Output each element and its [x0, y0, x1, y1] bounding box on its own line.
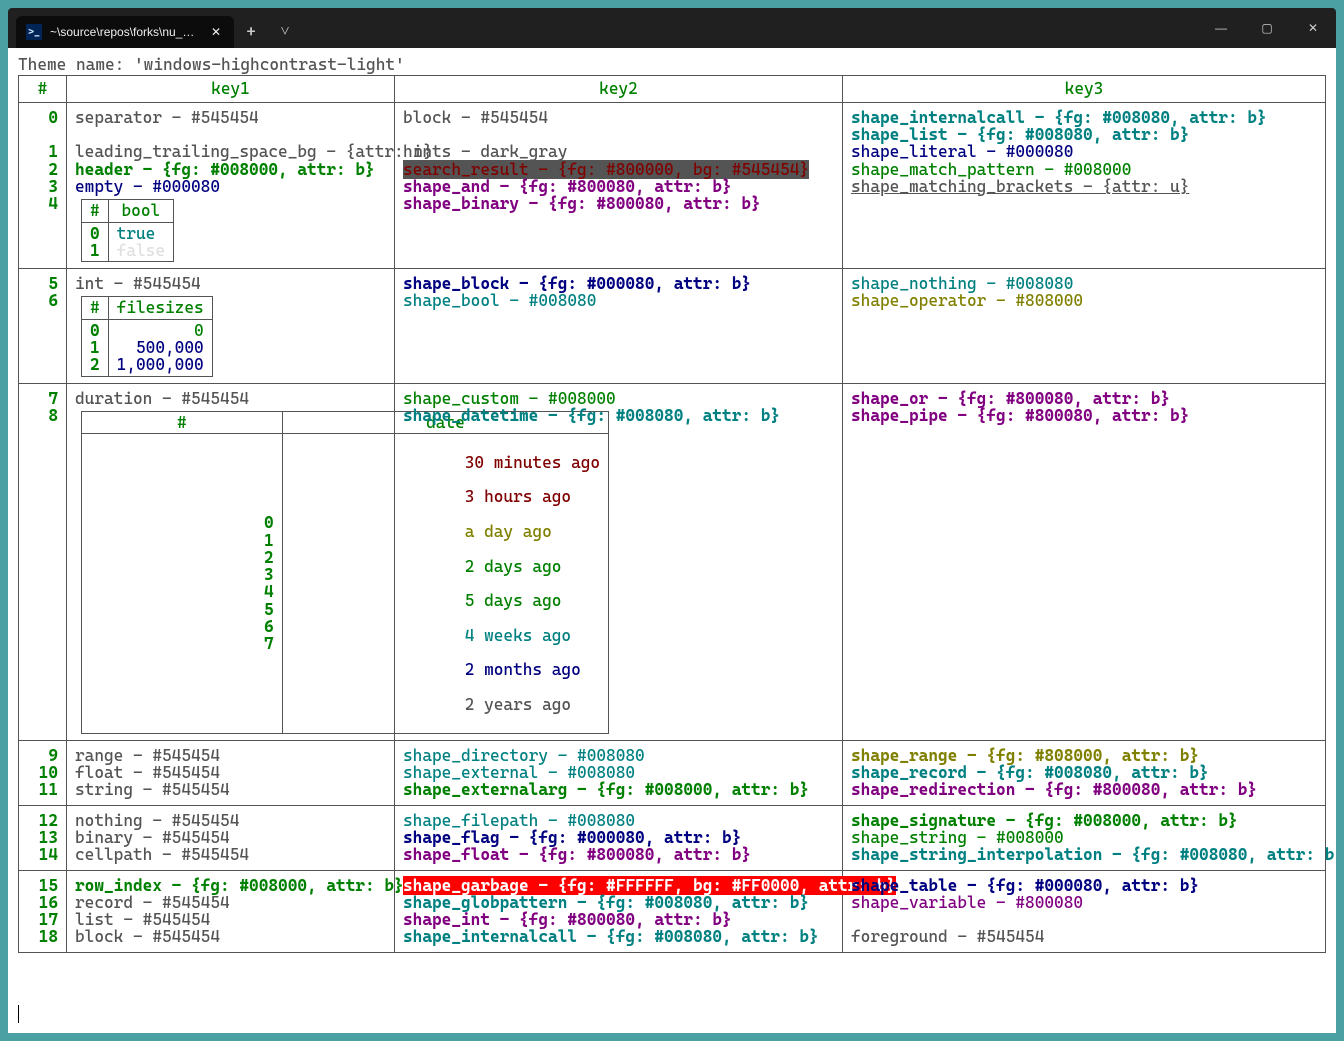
- row-index-cell: 15 16 17 18: [19, 870, 67, 952]
- row-index-cell: 12 13 14: [19, 805, 67, 870]
- minimize-button[interactable]: —: [1198, 8, 1244, 48]
- key2-cell: shape_directory - #008080 shape_external…: [395, 740, 843, 805]
- theme-name-line: Theme name: 'windows-highcontrast-light': [18, 56, 1326, 73]
- terminal-pane[interactable]: Theme name: 'windows-highcontrast-light'…: [8, 48, 1336, 1033]
- tab-strip: >_ ~\source\repos\forks\nu_scrip ✕ + ˅: [8, 8, 302, 48]
- key3-cell: shape_or - {fg: #800080, attr: b} shape_…: [843, 383, 1326, 740]
- key3-cell: shape_signature - {fg: #008000, attr: b}…: [843, 805, 1326, 870]
- theme-preview-table: # key1 key2 key3 0 1 2 3 4: [18, 75, 1326, 952]
- key2-cell: shape_filepath - #008080 shape_flag - {f…: [395, 805, 843, 870]
- close-button[interactable]: ✕: [1290, 8, 1336, 48]
- tab-active[interactable]: >_ ~\source\repos\forks\nu_scrip ✕: [16, 16, 234, 48]
- key3-cell: shape_internalcall - {fg: #008080, attr:…: [843, 102, 1326, 269]
- key2-cell: shape_garbage - {fg: #FFFFFF, bg: #FF000…: [395, 870, 843, 952]
- window-controls: — ▢ ✕: [1198, 8, 1336, 48]
- col-header-key2: key2: [395, 76, 843, 102]
- row-index-cell: 0 1 2 3 4: [19, 102, 67, 269]
- key1-cell: int - #545454 #filesizes 012 0 500,0001,…: [67, 269, 395, 384]
- row-index-cell: 9 10 11: [19, 740, 67, 805]
- tab-dropdown-button[interactable]: ˅: [268, 14, 302, 48]
- key1-cell: duration - #545454 #date 01234567 30 min…: [67, 383, 395, 740]
- app-window: >_ ~\source\repos\forks\nu_scrip ✕ + ˅ —…: [0, 0, 1344, 1041]
- col-header-key3: key3: [843, 76, 1326, 102]
- key3-cell: shape_range - {fg: #808000, attr: b} sha…: [843, 740, 1326, 805]
- col-header-idx: #: [19, 76, 67, 102]
- key1-cell: row_index - {fg: #008000, attr: b} recor…: [67, 870, 395, 952]
- key2-cell: block - #545454 hints - dark_gray search…: [395, 102, 843, 269]
- col-header-key1: key1: [67, 76, 395, 102]
- bool-nested-table: #bool 01 truefalse: [81, 199, 174, 262]
- key1-cell: nothing - #545454 binary - #545454 cellp…: [67, 805, 395, 870]
- powershell-icon: >_: [26, 24, 42, 40]
- new-tab-button[interactable]: +: [234, 14, 268, 48]
- tab-close-icon[interactable]: ✕: [208, 24, 224, 40]
- key3-cell: shape_table - {fg: #000080, attr: b} sha…: [843, 870, 1326, 952]
- key2-cell: shape_block - {fg: #000080, attr: b} sha…: [395, 269, 843, 384]
- key3-cell: shape_nothing - #008080 shape_operator -…: [843, 269, 1326, 384]
- maximize-button[interactable]: ▢: [1244, 8, 1290, 48]
- row-index-cell: 7 8: [19, 383, 67, 740]
- key1-cell: range - #545454 float - #545454 string -…: [67, 740, 395, 805]
- terminal-cursor: [18, 1005, 19, 1023]
- key1-cell: separator - #545454 leading_trailing_spa…: [67, 102, 395, 269]
- row-index-cell: 5 6: [19, 269, 67, 384]
- filesizes-nested-table: #filesizes 012 0 500,0001,000,000: [81, 296, 213, 376]
- tab-title: ~\source\repos\forks\nu_scrip: [50, 25, 200, 39]
- titlebar: >_ ~\source\repos\forks\nu_scrip ✕ + ˅ —…: [8, 8, 1336, 48]
